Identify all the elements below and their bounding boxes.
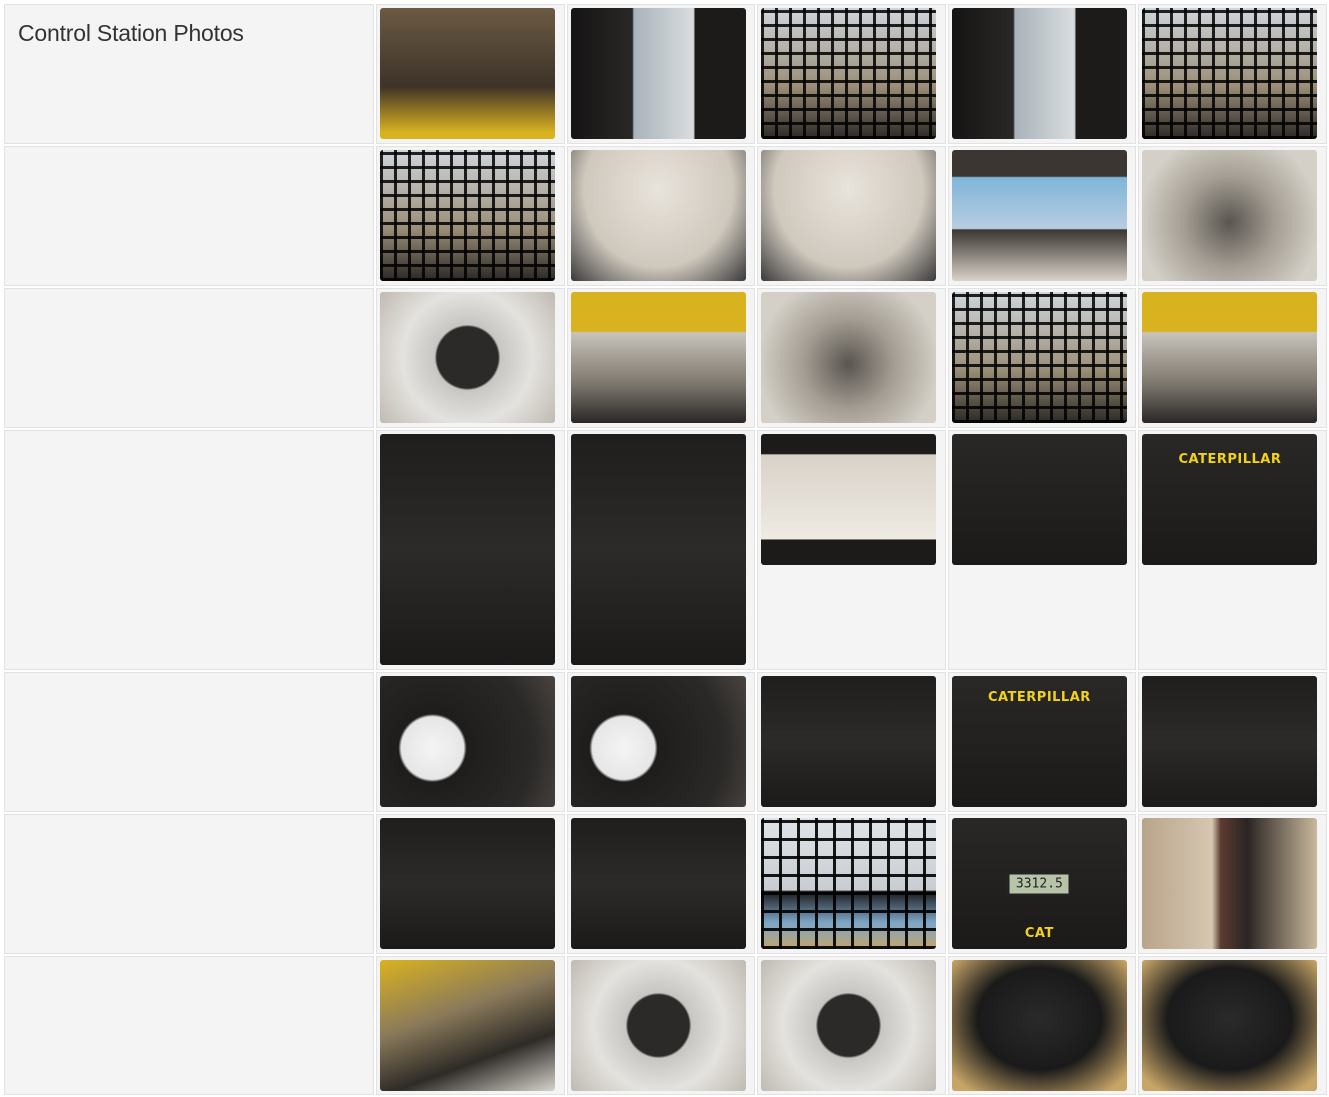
photo-thumbnail[interactable] xyxy=(380,292,556,423)
photo-row xyxy=(4,288,1327,428)
photo-cell xyxy=(947,146,1137,286)
photo-cell xyxy=(566,814,756,954)
photo-cell xyxy=(376,4,565,144)
photo-cell xyxy=(757,672,946,812)
photo-cell: CATERPILLAR xyxy=(1138,430,1327,670)
caterpillar-logo: CATERPILLAR xyxy=(1178,452,1282,467)
photo-thumbnail[interactable] xyxy=(951,8,1127,139)
photo-thumbnail[interactable] xyxy=(761,8,937,139)
photo-thumbnail[interactable] xyxy=(380,960,556,1091)
photo-cell xyxy=(757,288,946,428)
photo-thumbnail[interactable] xyxy=(380,818,556,949)
photo-cell xyxy=(757,146,946,286)
photo-thumbnail[interactable] xyxy=(761,676,937,807)
photo-row: 3312.5 CAT xyxy=(4,814,1327,954)
section-label-cell xyxy=(4,956,375,1095)
photo-cell xyxy=(947,956,1137,1095)
photo-cell xyxy=(1138,146,1327,286)
photo-thumbnail[interactable] xyxy=(570,676,746,807)
hour-meter-readout: 3312.5 xyxy=(1007,872,1071,895)
photo-cell xyxy=(757,956,946,1095)
photo-cell: CATERPILLAR xyxy=(947,672,1137,812)
photo-thumbnail[interactable] xyxy=(570,434,746,665)
photo-cell xyxy=(757,814,946,954)
photo-thumbnail[interactable] xyxy=(570,150,746,281)
section-label-cell: Control Station Photos xyxy=(4,4,375,144)
photo-cell xyxy=(376,956,565,1095)
section-label-cell xyxy=(4,814,375,954)
photo-thumbnail[interactable] xyxy=(951,434,1127,565)
photo-thumbnail[interactable] xyxy=(951,292,1127,423)
photo-cell xyxy=(566,956,756,1095)
photo-cell xyxy=(1138,4,1327,144)
photo-cell xyxy=(947,288,1137,428)
photo-thumbnail[interactable] xyxy=(1142,8,1318,139)
photo-cell xyxy=(376,146,565,286)
photo-cell xyxy=(566,4,756,144)
control-station-photo-grid: Control Station Photos CATERPILLAR CATER… xyxy=(2,2,1329,1097)
photo-cell xyxy=(566,430,756,670)
section-title: Control Station Photos xyxy=(18,20,244,46)
photo-thumbnail[interactable] xyxy=(380,676,556,807)
photo-thumbnail[interactable] xyxy=(761,434,937,565)
photo-cell xyxy=(376,288,565,428)
section-label-cell xyxy=(4,288,375,428)
photo-cell xyxy=(1138,288,1327,428)
photo-cell xyxy=(566,672,756,812)
section-label-cell xyxy=(4,146,375,286)
cat-logo: CAT xyxy=(1024,926,1054,941)
photo-cell xyxy=(1138,672,1327,812)
photo-cell xyxy=(757,430,946,670)
photo-cell xyxy=(1138,956,1327,1095)
photo-row xyxy=(4,956,1327,1095)
photo-thumbnail[interactable] xyxy=(380,8,556,139)
photo-thumbnail[interactable] xyxy=(570,8,746,139)
photo-row: Control Station Photos xyxy=(4,4,1327,144)
photo-thumbnail[interactable] xyxy=(570,818,746,949)
photo-cell xyxy=(757,4,946,144)
photo-cell xyxy=(947,4,1137,144)
photo-thumbnail[interactable] xyxy=(761,818,937,949)
photo-thumbnail[interactable]: CATERPILLAR xyxy=(951,676,1127,807)
photo-thumbnail[interactable] xyxy=(570,960,746,1091)
photo-thumbnail[interactable] xyxy=(761,960,937,1091)
photo-thumbnail[interactable] xyxy=(1142,676,1318,807)
photo-thumbnail[interactable] xyxy=(1142,292,1318,423)
photo-cell: 3312.5 CAT xyxy=(947,814,1137,954)
photo-row: CATERPILLAR xyxy=(4,430,1327,670)
photo-thumbnail[interactable] xyxy=(570,292,746,423)
photo-cell xyxy=(566,288,756,428)
photo-thumbnail[interactable]: 3312.5 CAT xyxy=(951,818,1127,949)
photo-cell xyxy=(1138,814,1327,954)
photo-cell xyxy=(376,814,565,954)
photo-row: CATERPILLAR xyxy=(4,672,1327,812)
photo-thumbnail[interactable] xyxy=(761,292,937,423)
photo-cell xyxy=(376,430,565,670)
photo-thumbnail[interactable] xyxy=(1142,960,1318,1091)
photo-cell xyxy=(566,146,756,286)
photo-cell xyxy=(947,430,1137,670)
section-label-cell xyxy=(4,430,375,670)
photo-thumbnail[interactable] xyxy=(1142,150,1318,281)
photo-cell xyxy=(376,672,565,812)
photo-row xyxy=(4,146,1327,286)
photo-thumbnail[interactable] xyxy=(380,434,556,665)
photo-thumbnail[interactable] xyxy=(951,150,1127,281)
photo-thumbnail[interactable]: CATERPILLAR xyxy=(1142,434,1318,565)
photo-thumbnail[interactable] xyxy=(761,150,937,281)
section-label-cell xyxy=(4,672,375,812)
photo-thumbnail[interactable] xyxy=(380,150,556,281)
photo-thumbnail[interactable] xyxy=(1142,818,1318,949)
photo-thumbnail[interactable] xyxy=(951,960,1127,1091)
caterpillar-logo: CATERPILLAR xyxy=(987,690,1091,705)
